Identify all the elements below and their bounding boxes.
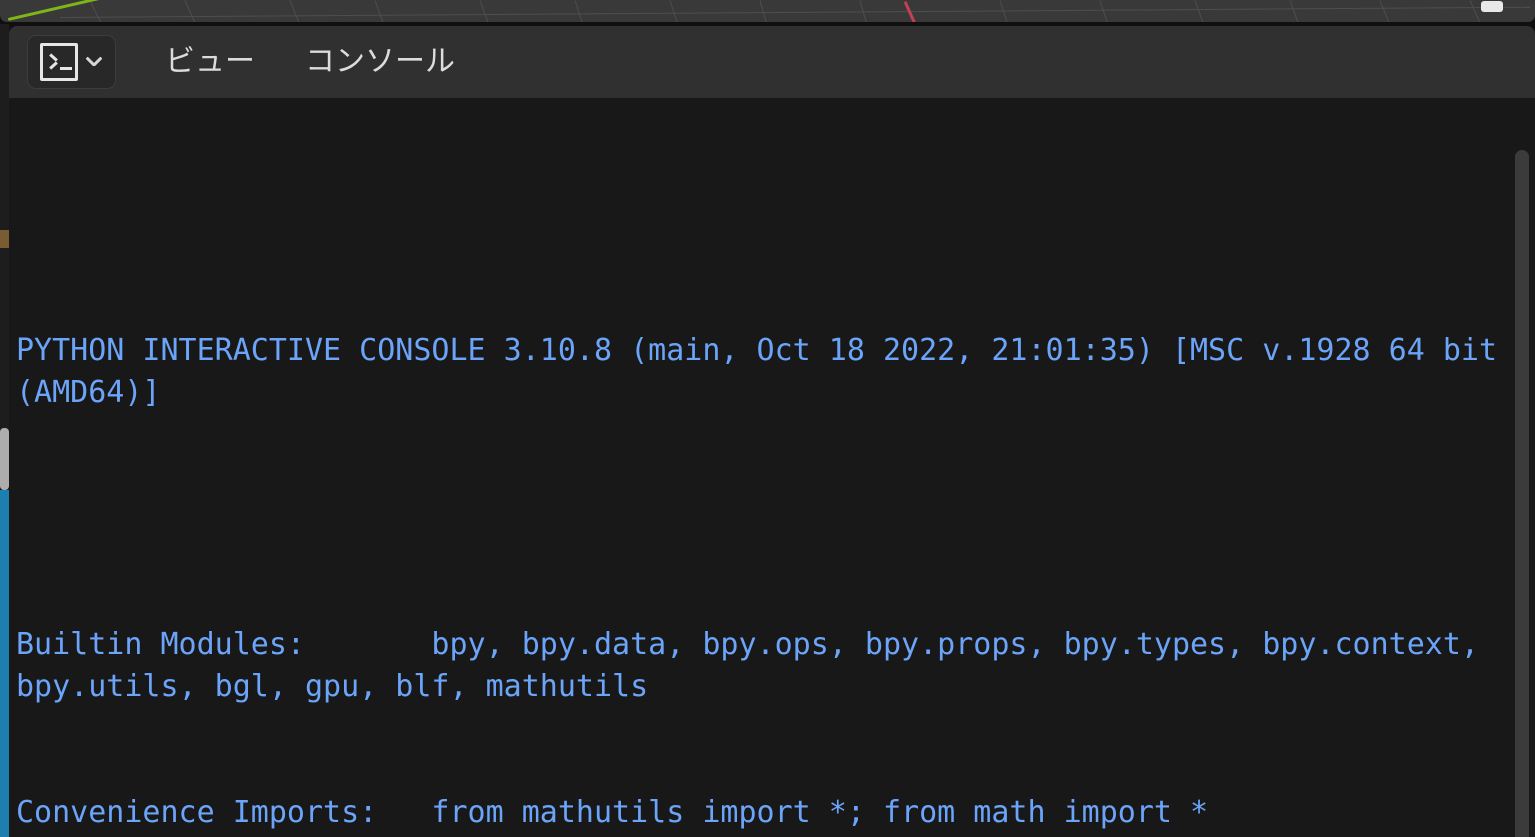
viewport-grid-line <box>574 0 595 22</box>
console-line-modules: Builtin Modules: bpy, bpy.data, bpy.ops,… <box>16 627 1498 704</box>
viewport-grid-line <box>669 0 690 22</box>
ls-segment <box>0 24 9 230</box>
ls-segment <box>0 230 9 248</box>
blender-window: ビュー コンソール PYTHON INTERACTIVE CONSOLE 3.1… <box>0 0 1535 837</box>
viewport-grid-line <box>1194 0 1215 22</box>
console-line-imports: Convenience Imports: from mathutils impo… <box>16 795 1209 830</box>
viewport-navigation-gizmo[interactable] <box>1481 1 1503 12</box>
chevron-down-icon <box>86 54 102 70</box>
viewport-grid-line <box>1099 0 1118 22</box>
console-header-bar: ビュー コンソール <box>9 26 1535 98</box>
viewport-grid-line <box>289 0 313 22</box>
viewport-grid-line <box>1289 0 1310 22</box>
ls-segment <box>0 248 9 428</box>
vertical-scrollbar-thumb[interactable] <box>1515 150 1529 837</box>
console-output-area[interactable]: PYTHON INTERACTIVE CONSOLE 3.10.8 (main,… <box>9 98 1535 837</box>
menu-item-view[interactable]: ビュー <box>165 47 255 77</box>
3d-viewport-sliver[interactable] <box>0 0 1535 22</box>
menu-item-console[interactable]: コンソール <box>305 47 455 77</box>
console-text-block: PYTHON INTERACTIVE CONSOLE 3.10.8 (main,… <box>16 120 1508 837</box>
viewport-grid-line <box>89 0 117 22</box>
console-icon <box>40 43 78 81</box>
viewport-grid-line <box>1379 0 1402 22</box>
ls-segment-scrollbar[interactable] <box>0 428 9 490</box>
console-menu-bar: ビュー コンソール <box>165 47 455 77</box>
viewport-grid-line <box>374 0 396 22</box>
console-line-banner: PYTHON INTERACTIVE CONSOLE 3.10.8 (main,… <box>16 333 1516 410</box>
adjacent-editor-sliver[interactable] <box>0 24 9 837</box>
viewport-grid-line <box>59 6 1530 18</box>
viewport-grid-line <box>479 0 501 22</box>
ls-segment-accent <box>0 490 9 837</box>
python-console-editor: ビュー コンソール PYTHON INTERACTIVE CONSOLE 3.1… <box>9 26 1535 837</box>
viewport-grid-line <box>184 0 210 22</box>
editor-type-selector[interactable] <box>27 35 116 89</box>
viewport-y-axis <box>7 0 104 21</box>
vertical-scrollbar-track[interactable] <box>1512 98 1532 837</box>
